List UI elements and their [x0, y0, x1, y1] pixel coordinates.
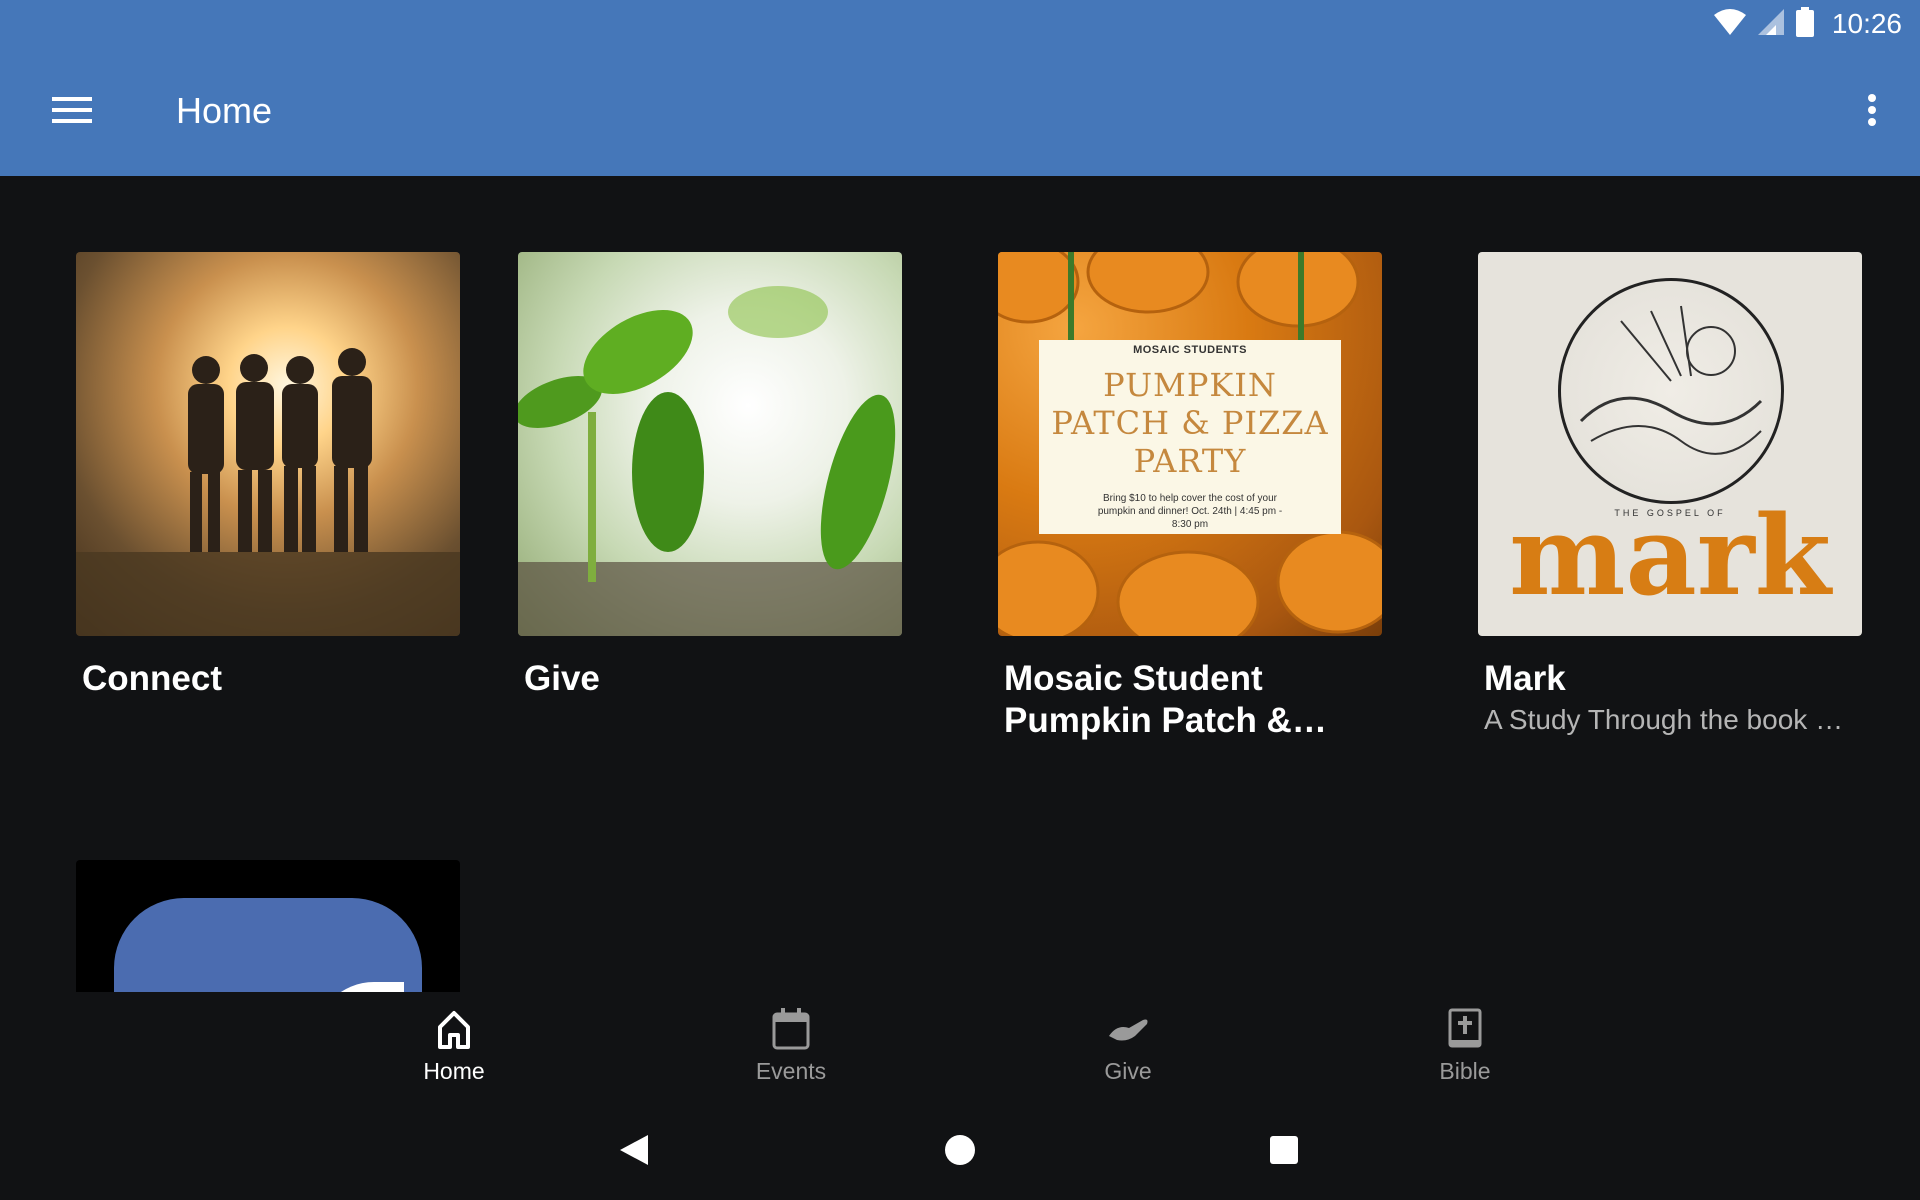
status-time: 10:26	[1831, 8, 1902, 39]
recents-square-icon	[1268, 1134, 1300, 1171]
tab-events[interactable]: Events	[701, 1006, 881, 1092]
card-image	[518, 252, 902, 636]
home-icon	[434, 1006, 474, 1052]
back-button[interactable]	[610, 1128, 658, 1176]
card-image: THE GOSPEL OF mark	[1478, 252, 1862, 636]
flyer-title: PUMPKIN PATCH & PIZZA PARTY	[1051, 365, 1329, 480]
card-pumpkin-patch[interactable]: MOSAIC STUDENTS PUMPKIN PATCH & PIZZA PA…	[998, 252, 1382, 742]
battery-icon	[1795, 6, 1814, 42]
tab-label: Home	[423, 1058, 485, 1084]
bottom-nav: Home Events Give Bible	[0, 992, 1920, 1104]
tab-bible[interactable]: Bible	[1375, 1006, 1555, 1092]
card-facebook[interactable]	[76, 860, 460, 992]
status-bar: 10:26	[0, 0, 1920, 48]
home-system-button[interactable]	[936, 1128, 984, 1176]
recents-button[interactable]	[1260, 1128, 1308, 1176]
calendar-icon	[771, 1006, 811, 1052]
card-title: Mark	[1484, 659, 1566, 698]
more-vertical-icon	[1867, 93, 1877, 132]
page-title: Home	[176, 90, 273, 131]
wifi-icon	[1713, 8, 1746, 40]
facebook-f-shape	[314, 982, 404, 992]
card-give[interactable]: Give	[518, 252, 902, 700]
mark-word: mark	[1509, 491, 1831, 620]
facebook-logo-icon	[114, 898, 422, 992]
tab-label: Give	[1104, 1058, 1152, 1084]
status-icons: 10:26	[1713, 6, 1902, 42]
hamburger-menu-icon	[52, 95, 92, 130]
tab-home[interactable]: Home	[364, 1006, 544, 1092]
card-title: Connect	[82, 659, 222, 698]
card-title: Mosaic Student Pumpkin Patch & Pizza Par…	[1004, 659, 1292, 740]
flyer-body: Bring $10 to help cover the cost of your…	[1097, 492, 1283, 530]
card-image: MOSAIC STUDENTS PUMPKIN PATCH & PIZZA PA…	[998, 252, 1382, 636]
giving-hand-icon	[1107, 1006, 1149, 1052]
tab-give[interactable]: Give	[1038, 1006, 1218, 1092]
system-nav-bar	[0, 1104, 1920, 1200]
card-connect[interactable]: Connect	[76, 252, 460, 700]
card-title: Give	[524, 659, 600, 698]
pumpkin-flyer: MOSAIC STUDENTS PUMPKIN PATCH & PIZZA PA…	[1039, 340, 1341, 534]
card-image	[76, 860, 460, 992]
card-subtitle: A Study Through the book of Mark	[1484, 704, 1856, 735]
tab-label: Events	[755, 1058, 827, 1084]
cell-signal-icon	[1757, 8, 1784, 40]
app-bar: Home	[0, 48, 1920, 176]
flyer-header: MOSAIC STUDENTS	[1133, 343, 1247, 356]
mark-illustration	[1558, 278, 1784, 504]
home-circle-icon	[944, 1134, 976, 1171]
bible-icon	[1447, 1006, 1483, 1052]
menu-button[interactable]	[36, 88, 108, 136]
content-grid: Connect Give MOSAIC STUDENTS PUMPKIN PAT…	[0, 176, 1920, 992]
tab-label: Bible	[1439, 1058, 1491, 1084]
overflow-menu-button[interactable]	[1848, 84, 1896, 140]
card-mark[interactable]: THE GOSPEL OF mark Mark A Study Through …	[1478, 252, 1862, 740]
back-icon	[618, 1133, 650, 1172]
card-image	[76, 252, 460, 636]
